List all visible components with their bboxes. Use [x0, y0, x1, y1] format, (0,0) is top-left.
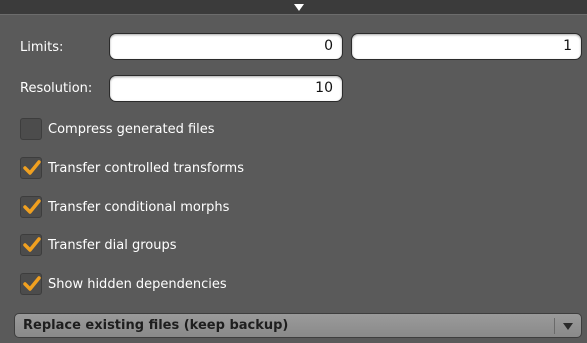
checkmark-icon [23, 199, 41, 214]
resolution-label: Resolution: [20, 81, 93, 96]
panel-collapse-bar[interactable] [0, 0, 587, 15]
file-mode-dropdown[interactable]: Replace existing files (keep backup) [14, 313, 582, 338]
option-transfer-conditional-morphs[interactable]: Transfer conditional morphs [20, 195, 229, 219]
option-compress-generated-files[interactable]: Compress generated files [20, 117, 215, 141]
chevron-down-icon[interactable] [563, 323, 573, 330]
option-label: Transfer dial groups [48, 237, 177, 253]
option-transfer-dial-groups[interactable]: Transfer dial groups [20, 233, 177, 257]
option-label: Compress generated files [48, 121, 215, 137]
dropdown-selected-value: Replace existing files (keep backup) [23, 318, 289, 333]
option-label: Show hidden dependencies [48, 276, 227, 292]
option-label: Transfer conditional morphs [48, 199, 230, 215]
checkmark-icon [23, 237, 41, 252]
option-show-hidden-dependencies[interactable]: Show hidden dependencies [20, 272, 227, 296]
limits-max-field[interactable]: 1 [351, 33, 582, 60]
resolution-field[interactable]: 10 [109, 75, 343, 102]
limits-label: Limits: [20, 40, 64, 55]
checkbox[interactable] [20, 157, 42, 179]
checkbox[interactable] [20, 234, 42, 256]
option-label: Transfer controlled transforms [48, 160, 244, 176]
limits-min-field[interactable]: 0 [109, 33, 343, 60]
checkmark-icon [23, 276, 41, 291]
checkbox[interactable] [20, 196, 42, 218]
collapse-arrow-icon[interactable] [294, 4, 304, 11]
dropdown-divider [554, 318, 555, 334]
checkbox[interactable] [20, 273, 42, 295]
checkmark-icon [23, 160, 41, 175]
checkbox[interactable] [20, 118, 42, 140]
option-transfer-controlled-transforms[interactable]: Transfer controlled transforms [20, 156, 244, 180]
